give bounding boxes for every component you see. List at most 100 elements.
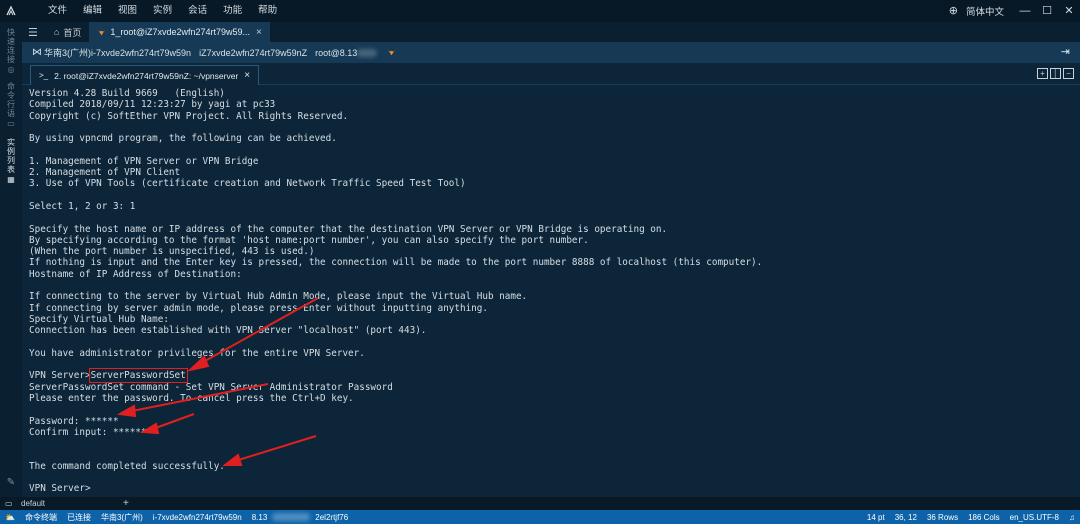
activity-command[interactable]: 命令行语 ▭ <box>0 82 22 130</box>
tab-close-icon[interactable]: × <box>244 70 250 81</box>
new-terminal-icon[interactable]: + <box>1037 68 1048 79</box>
exit-session-icon[interactable]: ⇥ <box>1061 45 1070 58</box>
activity-command-label: 命令行语 <box>7 82 15 118</box>
terminal-line: The command completed successfully. <box>29 460 225 472</box>
terminal-line: By specifying according to the format 'h… <box>29 234 589 246</box>
menu-help[interactable]: 帮助 <box>250 0 285 22</box>
status-terminal[interactable]: 命令终端 <box>20 512 62 523</box>
target-icon: ◎ <box>7 65 15 74</box>
terminal-line: Copyright (c) SoftEther VPN Project. All… <box>29 110 349 122</box>
split-vertical-icon[interactable]: │ <box>1050 68 1061 79</box>
terminal-line: Connection has been established with VPN… <box>29 325 427 337</box>
terminal-line: 3. Use of VPN Tools (certificate creatio… <box>29 178 466 190</box>
terminal-line: ServerPasswordSet command - Set VPN Serv… <box>29 381 393 393</box>
prompt-icon: >_ <box>39 71 49 80</box>
terminal-line: Version 4.28 Build 9669 (English) <box>29 88 225 99</box>
session-bar: ⋈ 华南3(广州)i-7xvde2wfn274rt79w59n iZ7xvde2… <box>22 42 1080 63</box>
minimize-button[interactable]: — <box>1014 0 1036 22</box>
menu-view[interactable]: 视图 <box>110 0 145 22</box>
status-font-size[interactable]: 14 pt <box>862 513 890 522</box>
status-instance: i-7xvde2wfn274rt79w59n <box>152 512 242 522</box>
tab-session-label: 1_root@iZ7xvde2wfn274rt79w59... <box>110 27 251 37</box>
redacted-ip <box>357 48 378 57</box>
tab-home-label: 首页 <box>63 27 82 38</box>
terminal-line: Select 1, 2 or 3: 1 <box>29 200 136 212</box>
status-encoding[interactable]: en_US.UTF-8 <box>1005 513 1064 522</box>
terminal-line: Specify the host name or IP address of t… <box>29 223 668 235</box>
terminal-icon: ▭ <box>7 119 15 128</box>
language-selector[interactable]: 简体中文 <box>964 4 1014 18</box>
tab-close-icon[interactable]: × <box>256 27 262 38</box>
tab-row: ☰ ⌂ 首页 1_root@iZ7xvde2wfn274rt79w59... × <box>22 22 1080 42</box>
maximize-button[interactable]: ☐ <box>1036 0 1058 22</box>
activity-quick-connect-label: 快速连接 <box>7 28 15 64</box>
terminal-line: (When the port number is unspecified, 44… <box>29 246 315 258</box>
menu-instance[interactable]: 实例 <box>145 0 180 22</box>
bell-icon[interactable]: ♫ <box>1064 513 1080 522</box>
panel-default-tab[interactable]: default <box>21 499 45 508</box>
status-connected: 已连接 <box>66 512 91 522</box>
session-user: root@8.13 <box>315 47 358 58</box>
status-region: 华南3(广州) <box>100 512 143 522</box>
terminal-line: Confirm input: ****** <box>29 426 147 438</box>
cloud-shell-icon <box>98 29 106 35</box>
session-host: iZ7xvde2wfn274rt79w59nZ <box>199 47 308 58</box>
menu-function[interactable]: 功能 <box>215 0 250 22</box>
pin-icon[interactable]: ✎ <box>0 477 22 488</box>
menu-bar: 文件 编辑 视图 实例 会话 功能 帮助 <box>40 0 285 22</box>
tab-terminal[interactable]: >_ 2. root@iZ7xvde2wfn274rt79w59nZ: ~/vp… <box>30 65 260 85</box>
menu-session[interactable]: 会话 <box>180 0 215 22</box>
tab-home[interactable]: ⌂ 首页 <box>46 22 89 42</box>
tab-session[interactable]: 1_root@iZ7xvde2wfn274rt79w59... × <box>89 22 270 42</box>
nav-menu-button[interactable]: ☰ <box>22 22 46 42</box>
activity-instance-list[interactable]: 实例列表 ▦ <box>0 138 22 186</box>
highlighted-command: ServerPasswordSet <box>88 368 188 384</box>
menu-edit[interactable]: 编辑 <box>75 0 110 22</box>
terminal-line: VPN Server>ServerPasswordSet <box>29 368 1080 384</box>
session-region: 华南3(广州)i-7xvde2wfn274rt79w59n <box>44 48 192 58</box>
split-horizontal-icon[interactable]: − <box>1063 68 1074 79</box>
add-panel-icon[interactable]: + <box>123 498 129 509</box>
terminal-output[interactable]: Version 4.28 Build 9669 (English) Compile… <box>22 85 1080 497</box>
terminal-icon: ▭ <box>5 499 13 508</box>
terminal-line: You have administrator privileges for th… <box>29 347 365 359</box>
app-logo-icon <box>0 0 22 22</box>
status-rows: 36 Rows <box>926 512 959 522</box>
menu-file[interactable]: 文件 <box>40 0 75 22</box>
activity-bar: 快速连接 ◎ 命令行语 ▭ 实例列表 ▦ ✎ <box>0 22 22 498</box>
terminal-line: If nothing is input and the Enter key is… <box>29 257 763 269</box>
cloud-icon: ⛅ <box>5 512 15 522</box>
title-bar: 文件 编辑 视图 实例 会话 功能 帮助 ⊕ 简体中文 — ☐ ✕ <box>0 0 1080 22</box>
close-window-button[interactable]: ✕ <box>1058 0 1080 22</box>
collapse-icon[interactable]: ⋈ <box>30 47 44 58</box>
status-cols: 186 Cols <box>968 512 1000 522</box>
terminal-line: By using vpncmd program, the following c… <box>29 133 337 145</box>
terminal-line: Password: ****** <box>29 415 119 427</box>
tab-terminal-label: 2. root@iZ7xvde2wfn274rt79w59nZ: ~/vpnse… <box>54 70 239 81</box>
status-ip: 8.13 <box>251 512 268 522</box>
hamburger-icon: ☰ <box>28 26 38 39</box>
terminal-line: Please enter the password. To cancel pre… <box>29 393 354 405</box>
add-circle-icon[interactable]: ⊕ <box>943 0 964 22</box>
terminal-line: Specify Virtual Hub Name: <box>29 313 169 325</box>
status-bar: ⛅ 命令终端 已连接 华南3(广州) i-7xvde2wfn274rt79w59… <box>0 510 1080 524</box>
terminal-line: VPN Server> <box>29 483 91 495</box>
prompt-text: VPN Server> <box>29 370 91 382</box>
panel-bar: ▭ default + <box>0 497 1080 510</box>
activity-quick-connect[interactable]: 快速连接 ◎ <box>0 28 22 76</box>
terminal-line: If connecting to the server by Virtual H… <box>29 291 528 303</box>
terminal-lines: Version 4.28 Build 9669 (English) Compile… <box>29 88 1080 495</box>
activity-instance-list-label: 实例列表 <box>7 138 15 174</box>
redacted-ip <box>272 513 311 521</box>
cloud-shell-icon <box>388 49 396 56</box>
list-icon: ▦ <box>7 175 15 184</box>
